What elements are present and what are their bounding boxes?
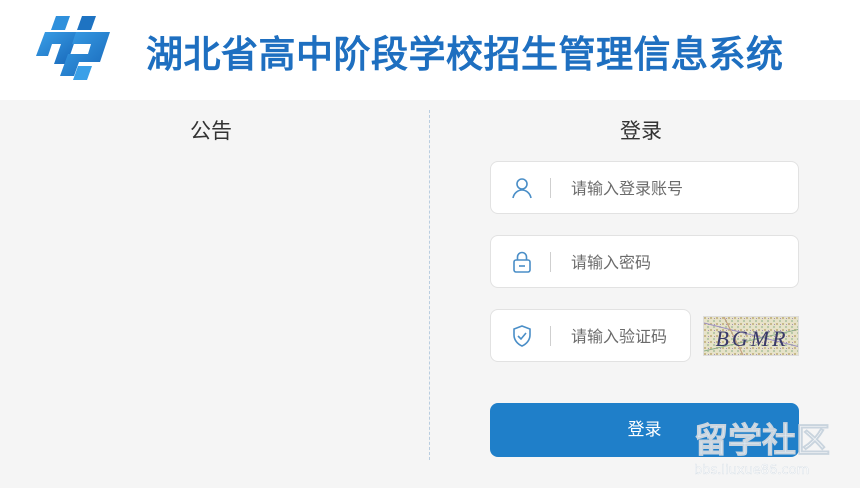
watermark-url: bbs.liuxue86.com: [694, 463, 809, 478]
captcha-noise: BGMR: [704, 317, 798, 355]
field-separator: [550, 178, 551, 198]
app-title: 湖北省高中阶段学校招生管理信息系统: [146, 33, 784, 76]
username-input[interactable]: [571, 175, 771, 201]
watermark-brand: 留学社区: [694, 421, 830, 461]
hp-logo-icon: [36, 16, 110, 80]
captcha-input[interactable]: [571, 323, 691, 349]
captcha-code: BGMR: [715, 326, 788, 351]
password-input[interactable]: [571, 249, 771, 275]
captcha-field[interactable]: [490, 309, 691, 362]
username-field[interactable]: [490, 161, 799, 214]
section-divider: [429, 110, 430, 460]
site-watermark: 留学社区 bbs.liuxue86.com: [694, 421, 830, 479]
user-icon: [512, 178, 532, 199]
lock-icon: [513, 251, 531, 273]
shield-check-icon: [513, 325, 531, 347]
field-separator: [550, 252, 551, 272]
password-field[interactable]: [490, 235, 799, 288]
page-header: 湖北省高中阶段学校招生管理信息系统: [0, 0, 860, 100]
captcha-image[interactable]: BGMR: [703, 316, 799, 356]
field-separator: [550, 326, 551, 346]
notice-title: 公告: [190, 119, 232, 143]
login-title: 登录: [620, 119, 662, 143]
